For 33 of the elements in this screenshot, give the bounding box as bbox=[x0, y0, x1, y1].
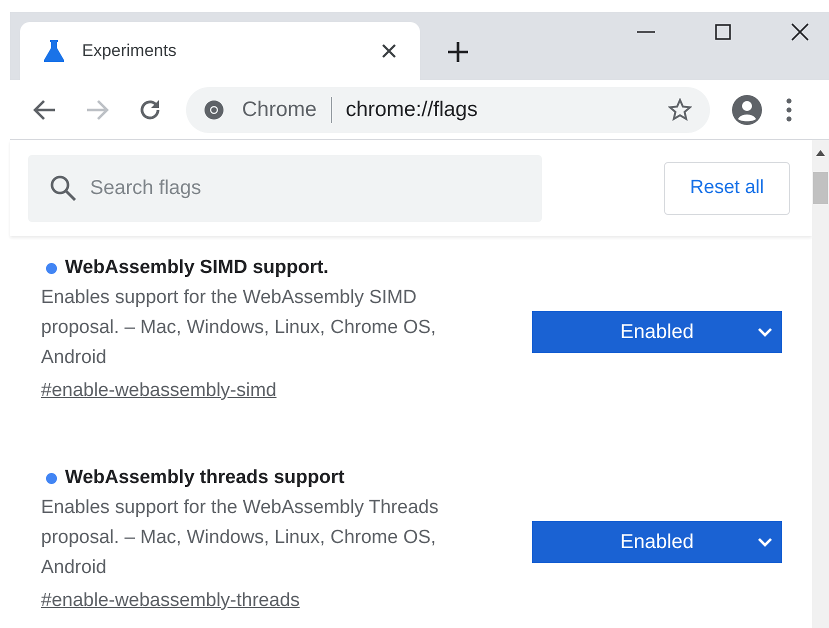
url-text: chrome://flags bbox=[346, 96, 479, 123]
flag-description: Enables support for the WebAssembly Threads proposal. – Mac, Windows, Linux, Chrome OS, Android bbox=[41, 496, 440, 580]
flag-state-dropdown[interactable]: Enabled bbox=[532, 521, 782, 563]
scroll-up-arrow-icon[interactable] bbox=[816, 150, 825, 156]
flag-title: WebAssembly threads support bbox=[65, 466, 344, 490]
maximize-icon[interactable] bbox=[715, 24, 731, 40]
browser-tab[interactable]: Experiments bbox=[20, 22, 420, 80]
close-icon[interactable] bbox=[382, 44, 396, 58]
reload-icon[interactable] bbox=[138, 98, 162, 122]
chrome-logo-icon bbox=[204, 100, 224, 120]
star-icon[interactable] bbox=[668, 98, 692, 122]
flag-link[interactable]: #enable-webassembly-threads bbox=[41, 586, 300, 616]
flag-state-dropdown[interactable]: Enabled bbox=[532, 311, 782, 353]
minimize-icon[interactable] bbox=[637, 31, 655, 33]
flag-description: Enables support for the WebAssembly SIMD proposal. – Mac, Windows, Linux, Chrome OS, Android bbox=[41, 286, 437, 370]
flag-link[interactable]: #enable-webassembly-simd bbox=[41, 376, 276, 406]
scrollbar[interactable] bbox=[812, 140, 829, 628]
flask-icon bbox=[44, 40, 64, 62]
search-field[interactable]: Search flags bbox=[28, 154, 542, 222]
new-tab-icon[interactable] bbox=[448, 42, 468, 62]
address-bar[interactable]: Chrome chrome://flags bbox=[186, 86, 710, 132]
chevron-down-icon bbox=[758, 538, 772, 546]
menu-icon[interactable] bbox=[786, 98, 792, 122]
reset-all-button[interactable]: Reset all bbox=[664, 162, 790, 214]
tab-title: Experiments bbox=[82, 40, 178, 62]
search-icon bbox=[50, 174, 76, 200]
flag-title: WebAssembly SIMD support. bbox=[65, 256, 329, 280]
profile-icon[interactable] bbox=[732, 94, 762, 124]
chevron-down-icon bbox=[758, 328, 772, 336]
scrollbar-thumb[interactable] bbox=[813, 172, 828, 204]
site-label: Chrome bbox=[242, 96, 317, 123]
back-arrow-icon[interactable] bbox=[32, 98, 56, 120]
close-window-icon[interactable] bbox=[791, 23, 809, 41]
